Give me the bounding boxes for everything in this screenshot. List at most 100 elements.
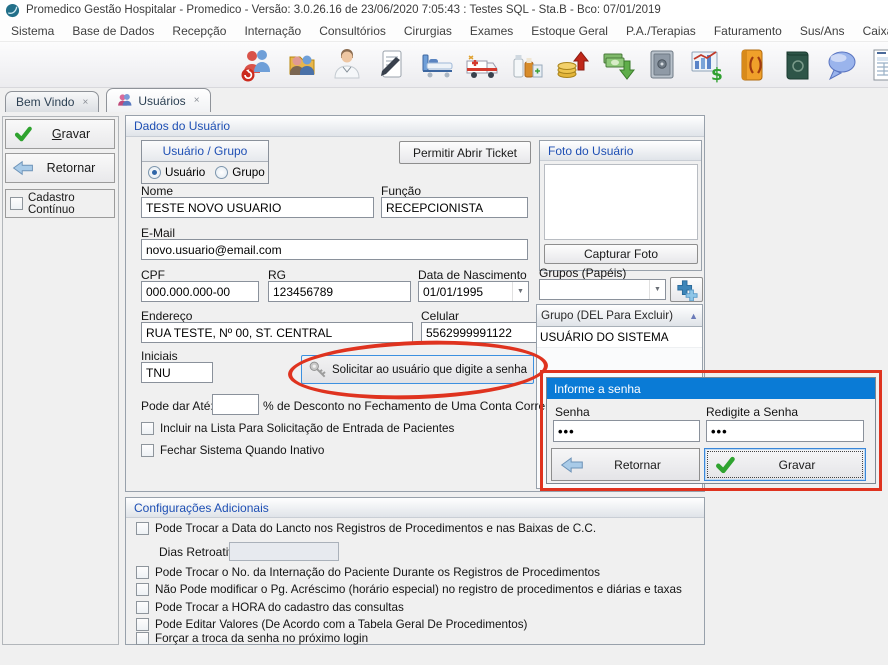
add-plus-icon <box>676 279 698 301</box>
chevron-down-icon[interactable]: ▼ <box>512 282 528 301</box>
user-photo-title: Foto do Usuário <box>540 141 701 161</box>
config-row[interactable]: Pode Trocar a HORA do cadastro das consu… <box>136 601 404 614</box>
config-row[interactable]: Pode Editar Valores (De Acordo com a Tab… <box>136 618 527 631</box>
key-icon <box>308 360 328 380</box>
menu-item-6[interactable]: Exames <box>461 21 522 41</box>
payment-down-icon[interactable] <box>594 45 639 85</box>
menu-item-1[interactable]: Base de Dados <box>63 21 163 41</box>
dialog-save-button[interactable]: Gravar <box>704 448 866 481</box>
return-button[interactable]: Retornar <box>5 153 115 183</box>
config-row[interactable]: Pode Trocar o No. da Internação do Pacie… <box>136 566 600 579</box>
menu-item-11[interactable]: Caixa <box>854 21 888 41</box>
redigite-label: Redigite a Senha <box>706 405 798 419</box>
group-list-header-label: Grupo (DEL Para Excluir) <box>541 309 673 322</box>
email-label: E-Mail <box>141 226 175 240</box>
discount-input[interactable] <box>212 394 259 415</box>
ambulance-icon[interactable] <box>459 45 504 85</box>
user-data-group-title: Dados do Usuário <box>126 116 704 137</box>
ledger-book-icon[interactable] <box>774 45 819 85</box>
save-button[interactable]: Gravar <box>5 119 115 149</box>
close-inactive-row[interactable]: Fechar Sistema Quando Inativo <box>141 444 324 457</box>
config-checkbox-0[interactable] <box>136 522 149 535</box>
additional-config-group: Configurações Adicionais Pode Trocar a D… <box>125 497 705 645</box>
users-sync-icon[interactable] <box>234 45 279 85</box>
nome-input[interactable] <box>141 197 374 218</box>
user-photo-group: Foto do Usuário Capturar Foto <box>539 140 702 271</box>
check-icon <box>713 455 737 475</box>
dialog-return-button[interactable]: Retornar <box>551 448 700 481</box>
config-row[interactable]: Forçar a troca da senha no próximo login <box>136 632 368 645</box>
dias-retroativos-input <box>229 542 339 561</box>
hospital-bed-icon[interactable] <box>414 45 459 85</box>
tab-close-icon[interactable]: × <box>194 95 200 106</box>
config-label-1: Pode Trocar o No. da Internação do Pacie… <box>155 566 600 579</box>
chevron-down-icon[interactable]: ▼ <box>649 280 665 299</box>
menu-item-4[interactable]: Consultórios <box>310 21 395 41</box>
endereco-input[interactable] <box>141 322 413 343</box>
patients-folder-icon[interactable] <box>279 45 324 85</box>
email-input[interactable] <box>141 239 528 260</box>
request-password-button[interactable]: Solicitar ao usuário que digite a senha <box>301 355 534 384</box>
close-inactive-checkbox[interactable] <box>141 444 154 457</box>
discount-prefix-label: Pode dar Até: <box>141 399 214 413</box>
tab-usuarios[interactable]: Usuários × <box>106 88 210 112</box>
config-row[interactable]: Não Pode modificar o Pg. Acréscimo (horá… <box>136 583 682 596</box>
funcao-input[interactable] <box>381 197 528 218</box>
celular-input[interactable] <box>421 322 539 343</box>
doctor-icon[interactable] <box>324 45 369 85</box>
rg-input[interactable] <box>268 281 411 302</box>
chat-icon[interactable] <box>819 45 864 85</box>
sort-asc-icon[interactable]: ▲ <box>689 311 698 321</box>
radio-option-usuario[interactable]: Usuário <box>148 166 205 179</box>
grupos-label: Grupos (Papéis) <box>539 266 626 280</box>
include-list-row[interactable]: Incluir na Lista Para Solicitação de Ent… <box>141 422 454 435</box>
report-grid-icon[interactable] <box>864 45 888 85</box>
finance-chart-icon[interactable]: $ <box>684 45 729 85</box>
prescription-icon[interactable] <box>369 45 414 85</box>
config-checkbox-5[interactable] <box>136 632 149 645</box>
revenue-up-icon[interactable] <box>549 45 594 85</box>
safe-icon[interactable] <box>639 45 684 85</box>
birthdate-value: 01/01/1995 <box>419 285 512 299</box>
menu-item-7[interactable]: Estoque Geral <box>522 21 617 41</box>
close-inactive-label: Fechar Sistema Quando Inativo <box>160 444 324 457</box>
iniciais-input[interactable] <box>141 362 213 383</box>
menu-item-3[interactable]: Internação <box>235 21 310 41</box>
tab-bem-vindo[interactable]: Bem Vindo × <box>5 91 99 112</box>
senha-input[interactable] <box>553 420 700 442</box>
config-row[interactable]: Pode Trocar a Data do Lancto nos Registr… <box>136 522 596 535</box>
radio-option-grupo[interactable]: Grupo <box>215 166 264 179</box>
grupos-combo[interactable]: ▼ <box>539 279 666 300</box>
redigite-input[interactable] <box>706 420 864 442</box>
include-list-checkbox[interactable] <box>141 422 154 435</box>
config-checkbox-2[interactable] <box>136 583 149 596</box>
include-list-label: Incluir na Lista Para Solicitação de Ent… <box>160 422 454 435</box>
menu-item-10[interactable]: Sus/Ans <box>791 21 854 41</box>
menu-item-8[interactable]: P.A./Terapias <box>617 21 705 41</box>
add-group-button[interactable] <box>670 277 703 302</box>
radio-grupo[interactable] <box>215 166 228 179</box>
tab-close-icon[interactable]: × <box>82 97 88 108</box>
config-label-0: Pode Trocar a Data do Lancto nos Registr… <box>155 522 596 535</box>
capture-photo-button[interactable]: Capturar Foto <box>544 244 698 264</box>
pharmacy-icon[interactable] <box>504 45 549 85</box>
phone-directory-icon[interactable] <box>729 45 774 85</box>
menu-item-9[interactable]: Faturamento <box>705 21 791 41</box>
config-checkbox-3[interactable] <box>136 601 149 614</box>
birthdate-combo[interactable]: 01/01/1995 ▼ <box>418 281 529 302</box>
menu-item-2[interactable]: Recepção <box>163 21 235 41</box>
config-checkbox-4[interactable] <box>136 618 149 631</box>
continuous-registration-checkbox[interactable] <box>10 197 23 210</box>
allow-ticket-button[interactable]: Permitir Abrir Ticket <box>399 141 531 164</box>
group-list-row[interactable]: USUÁRIO DO SISTEMA <box>537 327 702 348</box>
user-type-panel: Usuário / Grupo Usuário Grupo <box>141 140 269 184</box>
group-list-header[interactable]: Grupo (DEL Para Excluir) ▲ <box>537 305 702 327</box>
rg-label: RG <box>268 268 286 282</box>
cpf-input[interactable] <box>141 281 259 302</box>
radio-usuario[interactable] <box>148 166 161 179</box>
config-checkbox-1[interactable] <box>136 566 149 579</box>
menu-item-0[interactable]: Sistema <box>2 21 63 41</box>
return-button-label: Retornar <box>34 161 108 175</box>
request-password-label: Solicitar ao usuário que digite a senha <box>332 364 527 376</box>
menu-item-5[interactable]: Cirurgias <box>395 21 461 41</box>
